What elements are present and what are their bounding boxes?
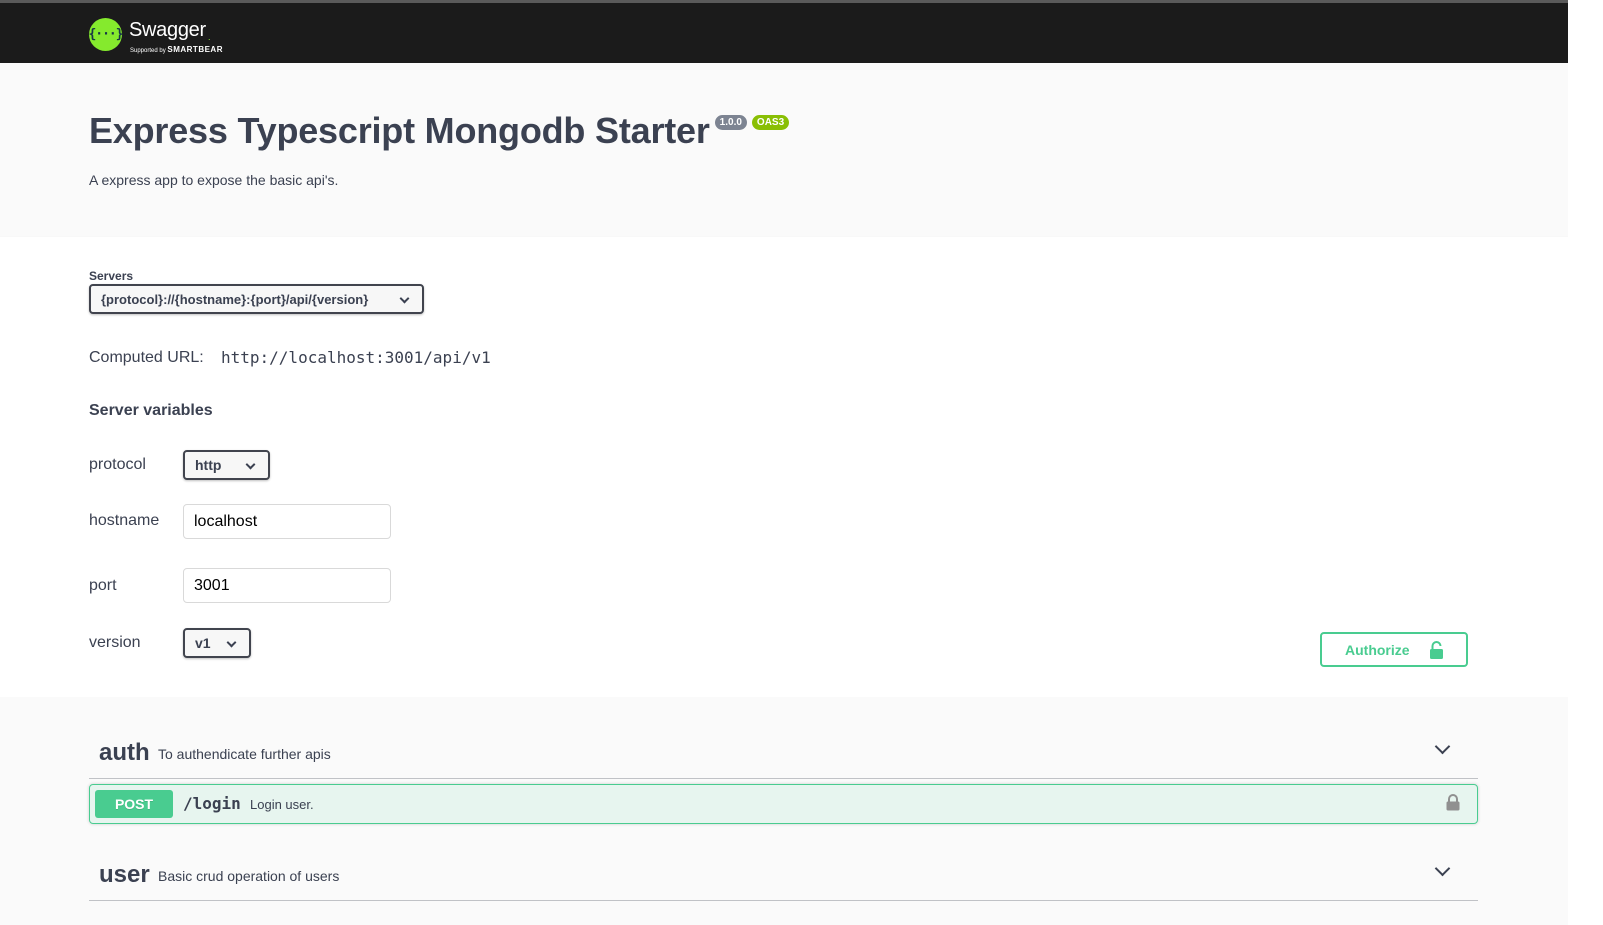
port-input[interactable]: 3001 — [183, 568, 391, 603]
logo-brand: SMARTBEAR — [167, 45, 223, 54]
servers-select-value: {protocol}://{hostname}:{port}/api/{vers… — [101, 291, 369, 307]
swagger-ui-page: {···} Swagger . Supported by SMARTBEAR E… — [0, 0, 1568, 925]
logo-name: Swagger — [129, 19, 206, 41]
server-variables-title: Server variables — [89, 402, 213, 419]
chevron-down-icon — [226, 637, 237, 648]
top-bar: {···} Swagger . Supported by SMARTBEAR — [0, 0, 1568, 63]
logo-text: Swagger . Supported by SMARTBEAR — [129, 13, 239, 55]
chevron-down-icon — [399, 293, 410, 304]
version-badge: 1.0.0 — [714, 115, 747, 130]
protocol-select[interactable]: http — [183, 450, 270, 480]
computed-url-value: http://localhost:3001/api/v1 — [221, 348, 491, 367]
swagger-logo-icon: {···} — [88, 17, 124, 51]
hostname-input[interactable]: localhost — [183, 504, 391, 539]
title-row: Express Typescript Mongodb Starter 1.0.0… — [89, 110, 790, 152]
http-method-badge: POST — [95, 790, 173, 818]
tag-name: auth — [99, 739, 150, 766]
logo-supported-by: Supported by SMARTBEAR — [130, 45, 223, 54]
tag-section-auth[interactable]: auth To authendicate further apis — [89, 717, 1478, 779]
operation-path: /login — [183, 794, 241, 813]
version-select-value: v1 — [195, 635, 211, 651]
tag-description: To authendicate further apis — [158, 746, 331, 762]
tag-section-user[interactable]: user Basic crud operation of users — [89, 839, 1478, 901]
operation-post-login[interactable]: POST /login Login user. — [89, 784, 1478, 824]
computed-url-label: Computed URL: — [89, 349, 204, 366]
info-section: Express Typescript Mongodb Starter 1.0.0… — [0, 63, 1568, 237]
lock-icon[interactable] — [1446, 794, 1460, 811]
swagger-logo-glyph: {···} — [88, 26, 123, 42]
logo-supported-text: Supported by — [130, 48, 166, 54]
tag-description: Basic crud operation of users — [158, 868, 340, 884]
authorize-button[interactable]: Authorize — [1320, 632, 1468, 667]
hostname-label: hostname — [89, 512, 160, 529]
window-margin — [1568, 0, 1603, 925]
operations-section: auth To authendicate further apis POST /… — [0, 697, 1568, 925]
operation-summary: Login user. — [250, 797, 314, 812]
version-select[interactable]: v1 — [183, 628, 251, 658]
servers-label: Servers — [89, 269, 134, 283]
api-description: A express app to expose the basic api's. — [89, 172, 339, 188]
protocol-select-value: http — [195, 457, 222, 473]
hostname-input-value: localhost — [194, 512, 258, 530]
swagger-logo[interactable]: {···} Swagger . Supported by SMARTBEAR — [88, 13, 239, 55]
page-title: Express Typescript Mongodb Starter — [89, 110, 710, 151]
authorize-label: Authorize — [1345, 641, 1410, 658]
logo-dot: . — [208, 32, 211, 42]
unlocked-lock-icon — [1430, 641, 1443, 659]
oas-badge: OAS3 — [751, 115, 790, 130]
port-label: port — [89, 577, 117, 594]
servers-select[interactable]: {protocol}://{hostname}:{port}/api/{vers… — [89, 284, 424, 314]
tag-name: user — [99, 861, 150, 888]
version-label: version — [89, 634, 141, 651]
chevron-down-icon[interactable] — [1434, 860, 1451, 877]
port-input-value: 3001 — [194, 576, 230, 594]
chevron-down-icon — [245, 459, 256, 470]
scheme-container: Servers {protocol}://{hostname}:{port}/a… — [0, 237, 1568, 697]
chevron-down-icon[interactable] — [1434, 738, 1451, 755]
protocol-label: protocol — [89, 456, 146, 473]
